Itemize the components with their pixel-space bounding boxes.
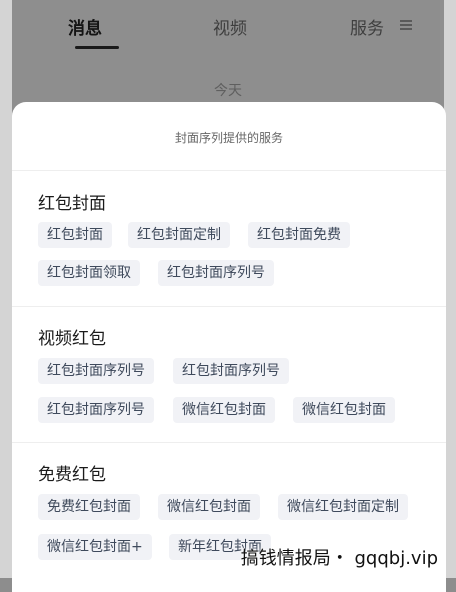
services-bottom-sheet: 封面序列提供的服务 红包封面 红包封面 红包封面定制 红包封面免费 红包封面领取…: [12, 102, 446, 592]
sheet-title: 封面序列提供的服务: [174, 131, 283, 145]
chip-red-packet-cover-serial[interactable]: 红包封面序列号: [158, 260, 274, 286]
watermark: 搞钱情报局・ gqqbj.vip: [240, 548, 438, 569]
chip-wechat-red-packet-cover[interactable]: 微信红包封面: [173, 397, 275, 423]
chip-wechat-red-packet-cover[interactable]: 微信红包封面: [158, 494, 260, 520]
active-tab-indicator: [75, 46, 119, 49]
chip-wechat-red-packet-cover-custom[interactable]: 微信红包封面定制: [278, 494, 408, 520]
chip-red-packet-cover-free[interactable]: 红包封面免费: [248, 222, 350, 248]
section-title-video-red-packet: 视频红包: [38, 329, 106, 349]
chip-red-packet-cover-serial[interactable]: 红包封面序列号: [38, 397, 154, 423]
section-divider: [12, 306, 446, 307]
tab-videos[interactable]: 视频: [213, 14, 247, 39]
chip-red-packet-cover-custom[interactable]: 红包封面定制: [128, 222, 230, 248]
chip-wechat-red-packet-cover-plus[interactable]: 微信红包封面+: [38, 534, 152, 560]
date-separator: 今天: [214, 83, 242, 99]
divider: [12, 170, 446, 171]
chip-red-packet-cover-serial[interactable]: 红包封面序列号: [173, 358, 289, 384]
section-divider: [12, 442, 446, 443]
tab-services[interactable]: 服务: [350, 14, 384, 39]
chip-red-packet-cover[interactable]: 红包封面: [38, 222, 112, 248]
section-title-red-packet-cover: 红包封面: [38, 194, 106, 214]
chip-red-packet-cover-serial[interactable]: 红包封面序列号: [38, 358, 154, 384]
menu-icon[interactable]: [400, 20, 412, 30]
chip-wechat-red-packet-cover[interactable]: 微信红包封面: [293, 397, 395, 423]
chip-red-packet-cover-claim[interactable]: 红包封面领取: [38, 260, 140, 286]
top-tab-bar: 消息 视频 服务: [12, 0, 444, 52]
tab-messages[interactable]: 消息: [68, 14, 102, 39]
chip-free-red-packet-cover[interactable]: 免费红包封面: [38, 494, 140, 520]
section-title-free-red-packet: 免费红包: [38, 465, 106, 485]
